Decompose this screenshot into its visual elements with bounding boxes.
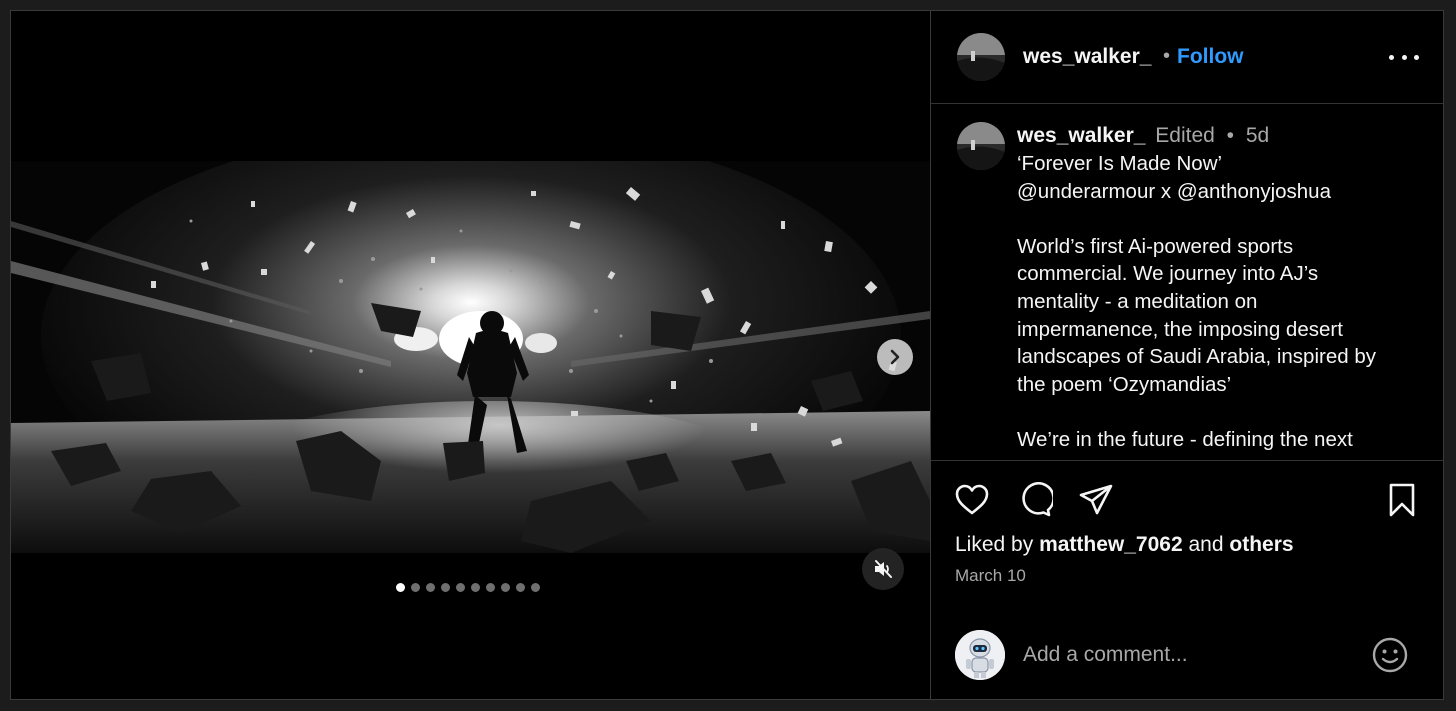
- post-sidebar: wes_walker_ • Follow wes_walker_ Edited …: [930, 11, 1443, 699]
- speaker-muted-icon: [875, 560, 892, 578]
- actions-section: Liked by matthew_7062 and others March 1…: [931, 460, 1443, 699]
- slide-indicator: [396, 583, 540, 593]
- post-modal: wes_walker_ • Follow wes_walker_ Edited …: [10, 10, 1444, 700]
- slide-dot: [486, 583, 495, 592]
- post-time[interactable]: 5d: [1246, 124, 1269, 147]
- caption-section: wes_walker_ Edited • 5d ‘Forever Is Made…: [931, 104, 1443, 460]
- mute-button[interactable]: [862, 548, 904, 590]
- slide-dot: [441, 583, 450, 592]
- slide-dot: [471, 583, 480, 592]
- caption-line: landscapes of Saudi Arabia, inspired by: [1017, 345, 1376, 369]
- liked-and: and: [1188, 533, 1224, 556]
- media-pane: [11, 11, 930, 699]
- caption-line: @underarmour x @anthonyjoshua: [1017, 179, 1331, 203]
- caption-line: impermanence, the imposing desert: [1017, 317, 1343, 341]
- chevron-right-icon: [890, 349, 900, 365]
- viewer-avatar[interactable]: [955, 630, 1005, 680]
- liked-user-link[interactable]: matthew_7062: [1039, 533, 1183, 556]
- comment-composer: [931, 626, 1443, 686]
- post-date[interactable]: March 10: [955, 566, 1026, 586]
- heart-icon[interactable]: [953, 481, 991, 519]
- more-options-button[interactable]: [1389, 47, 1419, 67]
- edited-label: Edited: [1155, 124, 1215, 147]
- author-avatar[interactable]: [957, 33, 1005, 81]
- caption-line: [1017, 398, 1427, 426]
- slide-dot: [531, 583, 540, 592]
- caption-line: We’re in the future - defining the next: [1017, 427, 1353, 451]
- caption-text: ‘Forever Is Made Now’ @underarmour x @an…: [1017, 150, 1427, 454]
- comment-input[interactable]: [1023, 640, 1343, 670]
- caption-line: [1017, 205, 1427, 233]
- bookmark-icon[interactable]: [1383, 481, 1421, 519]
- slide-dot: [456, 583, 465, 592]
- post-header: wes_walker_ • Follow: [931, 11, 1443, 104]
- caption-header: wes_walker_ Edited • 5d: [1017, 124, 1269, 148]
- caption-line: the poem ‘Ozymandias’: [1017, 372, 1232, 396]
- follow-button[interactable]: Follow: [1177, 45, 1244, 69]
- emoji-smile-icon[interactable]: [1371, 636, 1409, 674]
- slide-dot: [516, 583, 525, 592]
- slide-dot: [426, 583, 435, 592]
- post-image[interactable]: [11, 161, 930, 553]
- caption-line: commercial. We journey into AJ’s: [1017, 262, 1319, 286]
- slide-dot: [411, 583, 420, 592]
- slide-dot: [501, 583, 510, 592]
- caption-avatar[interactable]: [957, 122, 1005, 170]
- caption-username[interactable]: wes_walker_: [1017, 124, 1145, 147]
- author-username[interactable]: wes_walker_: [1023, 45, 1151, 69]
- caption-line: mentality - a meditation on: [1017, 289, 1258, 313]
- comment-icon[interactable]: [1015, 481, 1053, 519]
- slide-dot: [396, 583, 405, 592]
- liked-prefix: Liked by: [955, 533, 1034, 556]
- more-horizontal-icon: [1389, 54, 1394, 60]
- next-slide-button[interactable]: [877, 339, 913, 375]
- caption-line: World’s first Ai-powered sports: [1017, 234, 1294, 258]
- liked-others-link[interactable]: others: [1229, 533, 1293, 556]
- caption-separator: •: [1226, 124, 1235, 147]
- share-icon[interactable]: [1077, 481, 1115, 519]
- likes-summary: Liked by matthew_7062 and others: [955, 533, 1294, 557]
- header-separator: •: [1163, 45, 1171, 67]
- caption-line: ‘Forever Is Made Now’: [1017, 152, 1223, 175]
